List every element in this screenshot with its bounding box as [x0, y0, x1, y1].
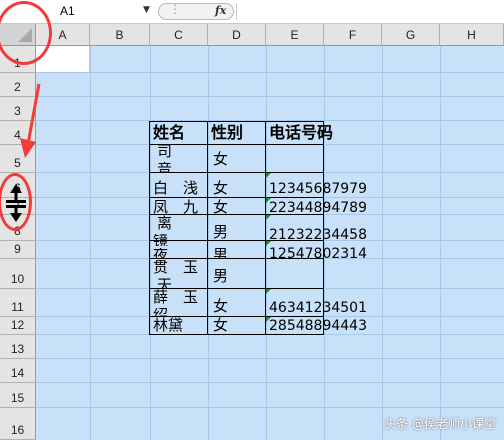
cell-c5-wrap: 音: [157, 162, 173, 172]
cell-c8-wrap: 镜: [153, 234, 169, 246]
grid-line: [36, 96, 504, 97]
cell-d7[interactable]: 女: [213, 200, 228, 215]
text-number-indicator: [266, 241, 271, 246]
table-border: [149, 334, 324, 335]
cell-d9[interactable]: 男: [213, 248, 228, 258]
row-header-11[interactable]: 11: [0, 289, 36, 317]
cell-e8[interactable]: 21232234458: [269, 228, 367, 243]
column-header-e[interactable]: E: [266, 24, 324, 46]
cell-e11[interactable]: 46341234501: [269, 301, 367, 316]
text-number-indicator: [266, 215, 271, 220]
cell-c12[interactable]: 林黛: [153, 318, 183, 333]
column-header-b[interactable]: B: [90, 24, 150, 46]
more-icon: ⋮: [169, 2, 181, 16]
grid-line: [150, 46, 151, 440]
cell-c7[interactable]: 凤 九: [153, 200, 198, 215]
column-header-h[interactable]: H: [440, 24, 504, 46]
cell-c11[interactable]: 薛 玉: [153, 290, 198, 305]
column-header-f[interactable]: F: [324, 24, 382, 46]
cell-c5[interactable]: 司: [157, 144, 172, 159]
cell-c9[interactable]: 夜: [153, 248, 168, 258]
column-header-d[interactable]: D: [208, 24, 266, 46]
header-phone[interactable]: 电话号码: [269, 125, 333, 141]
grid-line: [36, 358, 504, 359]
table-border: [149, 172, 324, 173]
grid-line: [324, 46, 325, 440]
formula-bar: A1 ▼ ⋮ fx: [0, 0, 504, 24]
watermark: 头条 @侯老师小课堂: [384, 417, 496, 431]
cell-e9[interactable]: 12547802314: [269, 247, 367, 258]
cell-d11[interactable]: 女: [213, 299, 228, 314]
formula-input[interactable]: [236, 3, 503, 20]
table-border: [149, 121, 324, 122]
grid-line: [36, 382, 504, 383]
column-header-c[interactable]: C: [150, 24, 208, 46]
cell-c10[interactable]: 贯 玉: [153, 260, 198, 275]
cell-c11-wrap: 绍: [153, 308, 168, 316]
header-name[interactable]: 姓名: [153, 125, 185, 141]
cell-c10-wrap: 天: [157, 278, 173, 288]
grid-line: [208, 46, 209, 440]
cell-d10[interactable]: 男: [213, 269, 228, 284]
table-border: [149, 144, 324, 145]
cell-e6[interactable]: 12345687979: [269, 182, 367, 197]
grid-line: [90, 46, 91, 440]
spreadsheet-grid[interactable]: A B C D E F G H 1 2 3 4 5 6 7 8 9 10 11 …: [0, 24, 504, 440]
grid-line: [36, 72, 504, 73]
row-header-10[interactable]: 10: [0, 259, 36, 289]
cell-e12[interactable]: 28548894443: [269, 319, 367, 334]
table-border: [265, 121, 266, 335]
name-box[interactable]: A1: [56, 3, 154, 20]
column-header-g[interactable]: G: [382, 24, 440, 46]
text-number-indicator: [266, 198, 271, 203]
cell-e7[interactable]: 22344894789: [269, 201, 367, 216]
table-border: [149, 121, 150, 335]
row-header-15[interactable]: 15: [0, 383, 36, 408]
cell-d5[interactable]: 女: [213, 152, 228, 167]
row-header-9[interactable]: 9: [0, 241, 36, 259]
formula-controls: ⋮ fx: [158, 2, 234, 20]
row-header-16[interactable]: 16: [0, 408, 36, 440]
insert-function-button[interactable]: fx: [215, 4, 226, 17]
header-gender[interactable]: 性别: [211, 125, 243, 141]
cell-c6[interactable]: 白 浅: [153, 181, 198, 196]
name-box-dropdown-icon[interactable]: ▼: [143, 5, 150, 15]
cell-c8[interactable]: 离: [157, 216, 172, 231]
grid-line: [440, 46, 441, 440]
table-border: [207, 121, 208, 335]
cell-d12[interactable]: 女: [213, 318, 228, 333]
cell-d8[interactable]: 男: [213, 225, 228, 240]
grid-line: [382, 46, 383, 440]
cell-d6[interactable]: 女: [213, 181, 228, 196]
grid-line: [36, 407, 504, 408]
row-header-13[interactable]: 13: [0, 335, 36, 359]
text-number-indicator: [266, 173, 271, 178]
text-number-indicator: [266, 289, 271, 294]
row-header-12[interactable]: 12: [0, 317, 36, 335]
text-number-indicator: [266, 317, 271, 322]
annotation-arrow-icon: [20, 83, 41, 158]
row-header-14[interactable]: 14: [0, 359, 36, 383]
